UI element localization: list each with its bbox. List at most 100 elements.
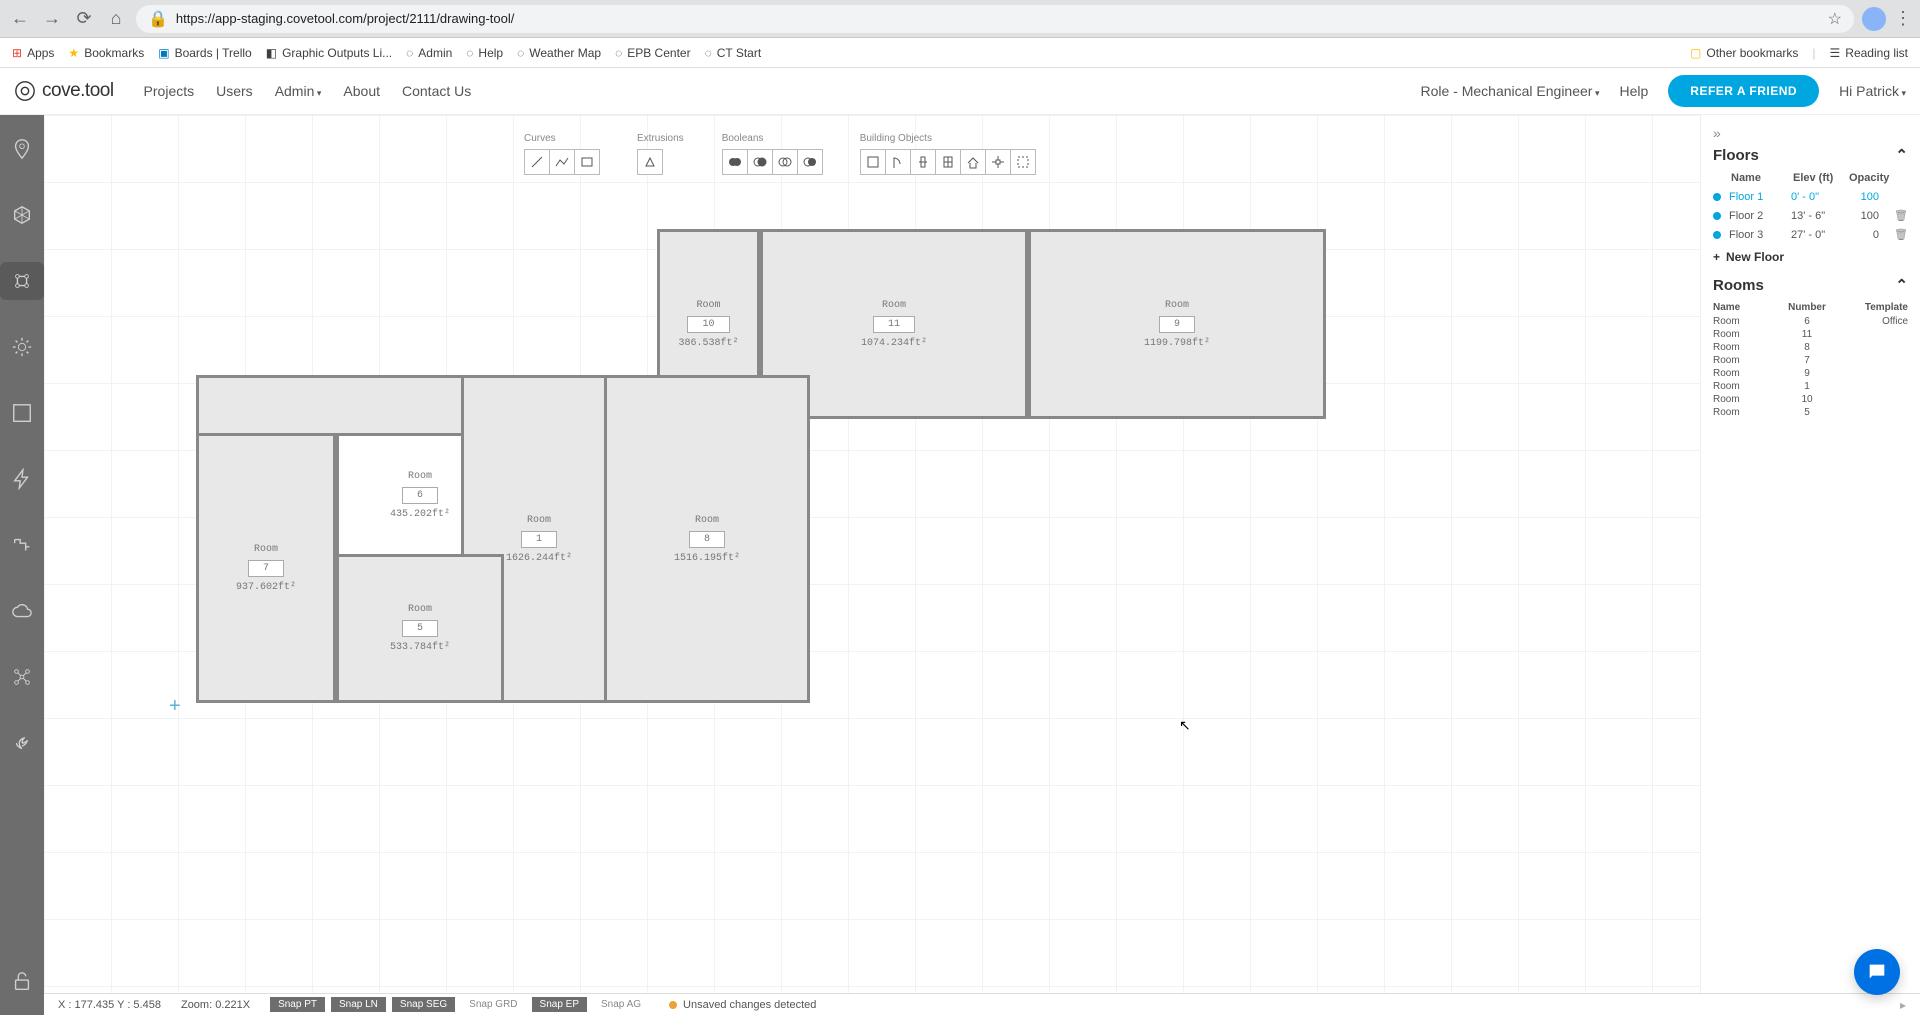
rail-carbon-icon[interactable] <box>0 592 44 630</box>
building-window-button[interactable] <box>910 149 936 175</box>
rail-unlock-icon[interactable] <box>0 962 44 1000</box>
rail-envelope-icon[interactable] <box>0 394 44 432</box>
boolean-union-button[interactable] <box>722 149 748 175</box>
floor-row[interactable]: Floor 213' - 6"100🗑 <box>1713 206 1908 225</box>
bookmark-graphic[interactable]: ◧Graphic Outputs Li... <box>266 46 392 60</box>
trash-icon[interactable]: 🗑 <box>1894 228 1908 241</box>
curve-polyline-button[interactable] <box>549 149 575 175</box>
rail-systems-icon[interactable] <box>0 658 44 696</box>
rooms-section: Rooms ⌃ Name Number Template Room6Office… <box>1713 276 1908 419</box>
bookmark-admin[interactable]: ◌Admin <box>406 46 452 60</box>
curve-line-button[interactable] <box>524 149 550 175</box>
bookmark-epb[interactable]: ◌EPB Center <box>615 46 691 60</box>
rail-daylight-icon[interactable] <box>0 328 44 366</box>
room-list-row[interactable]: Room5 <box>1713 406 1908 419</box>
chat-bubble-button[interactable] <box>1854 949 1900 995</box>
rail-energy-icon[interactable] <box>0 460 44 498</box>
room-list-row[interactable]: Room8 <box>1713 341 1908 354</box>
snap-toggle[interactable]: Snap EP <box>532 997 587 1012</box>
browser-home[interactable]: ⌂ <box>104 7 128 31</box>
new-floor-button[interactable]: + New Floor <box>1713 250 1908 264</box>
nav-users[interactable]: Users <box>216 83 253 99</box>
room-number[interactable]: 1 <box>521 531 557 548</box>
bookmark-trello[interactable]: ▣Boards | Trello <box>158 46 252 60</box>
room-number[interactable]: 9 <box>1159 316 1195 333</box>
nav-about[interactable]: About <box>343 83 380 99</box>
panel-collapse-button[interactable]: » <box>1713 125 1908 141</box>
bookmark-star-icon[interactable]: ☆ <box>1828 9 1842 29</box>
logo-icon <box>14 80 36 102</box>
room-list-row[interactable]: Room11 <box>1713 328 1908 341</box>
main: 3D Curves Extrusions <box>0 115 1920 1015</box>
url-bar[interactable]: 🔒 https://app-staging.covetool.com/proje… <box>136 5 1854 33</box>
building-col-button[interactable] <box>985 149 1011 175</box>
rail-geometry-icon[interactable] <box>0 196 44 234</box>
snap-toggle[interactable]: Snap GRD <box>461 997 525 1012</box>
bookmark-bookmarks[interactable]: ★Bookmarks <box>68 46 144 60</box>
boolean-split-button[interactable] <box>797 149 823 175</box>
room-number[interactable]: 11 <box>873 316 915 333</box>
rail-water-icon[interactable] <box>0 526 44 564</box>
room-number[interactable]: 8 <box>689 531 725 548</box>
room-8[interactable]: Room81516.195ft² <box>604 375 810 703</box>
logo[interactable]: cove.tool <box>14 80 114 102</box>
floor-opacity: 0 <box>1847 229 1879 241</box>
rooms-title[interactable]: Rooms ⌃ <box>1713 276 1908 294</box>
reading-list[interactable]: ☰Reading list <box>1830 46 1908 60</box>
room-number[interactable]: 5 <box>402 620 438 637</box>
browser-avatar[interactable] <box>1862 7 1886 31</box>
user-menu[interactable]: Hi Patrick <box>1839 83 1906 99</box>
bookmark-ct[interactable]: ◌CT Start <box>705 46 762 60</box>
room-number[interactable]: 10 <box>687 316 729 333</box>
floor-row[interactable]: Floor 327' - 0"0🗑 <box>1713 225 1908 244</box>
room-5[interactable]: Room5533.784ft² <box>336 554 504 703</box>
snap-toggle[interactable]: Snap PT <box>270 997 325 1012</box>
room-list-row[interactable]: Room7 <box>1713 354 1908 367</box>
nav-help[interactable]: Help <box>1619 83 1648 99</box>
room-list-row[interactable]: Room10 <box>1713 393 1908 406</box>
trash-icon[interactable]: 🗑 <box>1894 209 1908 222</box>
browser-reload[interactable]: ⟳ <box>72 7 96 31</box>
building-zone-button[interactable] <box>1010 149 1036 175</box>
browser-back[interactable]: ← <box>8 7 32 31</box>
nav-contact[interactable]: Contact Us <box>402 83 471 99</box>
canvas-area[interactable]: Curves Extrusions Booleans <box>44 115 1700 1015</box>
snap-toggle[interactable]: Snap AG <box>593 997 649 1012</box>
rail-drawing-icon[interactable] <box>0 262 44 300</box>
browser-menu-icon[interactable]: ⋮ <box>1894 8 1912 29</box>
building-opening-button[interactable] <box>935 149 961 175</box>
building-wall-button[interactable] <box>860 149 886 175</box>
boolean-intersect-button[interactable] <box>772 149 798 175</box>
rail-location-icon[interactable] <box>0 130 44 168</box>
bookmark-weather[interactable]: ◌Weather Map <box>517 46 601 60</box>
bookmark-apps[interactable]: ⊞Apps <box>12 46 54 60</box>
room-list-row[interactable]: Room1 <box>1713 380 1908 393</box>
snap-toggle[interactable]: Snap SEG <box>392 997 455 1012</box>
room-list-row[interactable]: Room6Office <box>1713 315 1908 328</box>
boolean-subtract-button[interactable] <box>747 149 773 175</box>
room-number[interactable]: 7 <box>248 560 284 577</box>
other-bookmarks[interactable]: ▢Other bookmarks <box>1690 46 1798 60</box>
bookmark-help[interactable]: ◌Help <box>466 46 503 60</box>
room-list-row[interactable]: Room9 <box>1713 367 1908 380</box>
role-selector[interactable]: Role - Mechanical Engineer <box>1420 83 1599 99</box>
refer-friend-button[interactable]: REFER A FRIEND <box>1668 75 1819 107</box>
extrude-button[interactable] <box>637 149 663 175</box>
building-door-button[interactable] <box>885 149 911 175</box>
nav-projects[interactable]: Projects <box>144 83 195 99</box>
room-9[interactable]: Room91199.798ft² <box>1028 229 1326 419</box>
snap-toggle[interactable]: Snap LN <box>331 997 386 1012</box>
browser-forward[interactable]: → <box>40 7 64 31</box>
floors-title[interactable]: Floors ⌃ <box>1713 146 1908 164</box>
curve-rect-button[interactable] <box>574 149 600 175</box>
room-number[interactable]: 6 <box>402 487 438 504</box>
top-toolbar: Curves Extrusions Booleans <box>524 133 1035 175</box>
room-7[interactable]: Room7937.602ft² <box>196 433 336 703</box>
nav-admin[interactable]: Admin <box>275 83 322 99</box>
floor-visibility-icon[interactable] <box>1713 193 1721 201</box>
rail-ventilation-icon[interactable] <box>0 724 44 762</box>
floor-visibility-icon[interactable] <box>1713 212 1721 220</box>
floor-row[interactable]: Floor 10' - 0"100 <box>1713 188 1908 206</box>
building-roof-button[interactable] <box>960 149 986 175</box>
floor-visibility-icon[interactable] <box>1713 231 1721 239</box>
